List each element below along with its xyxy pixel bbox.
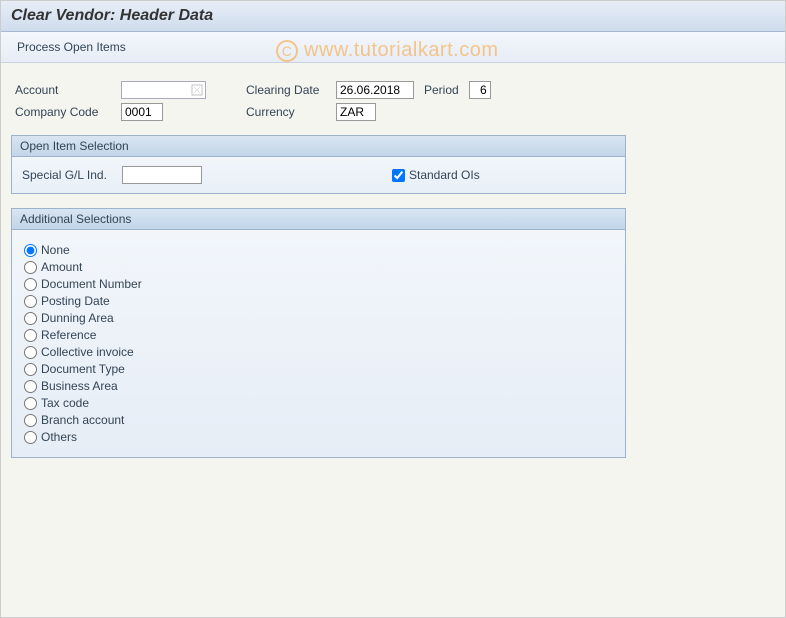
radio-branch-account[interactable] [24,414,37,427]
clearing-date-input[interactable] [336,81,414,99]
additional-selections-body: None Amount Document Number Posting Date Dun… [11,230,626,458]
radio-row-tax-code[interactable]: Tax code [24,396,613,410]
open-item-selection-group: Open Item Selection Special G/L Ind. Sta… [11,135,626,194]
account-label: Account [11,83,121,97]
radio-label: Document Number [41,277,142,291]
radio-row-business-area[interactable]: Business Area [24,379,613,393]
radio-row-document-number[interactable]: Document Number [24,277,613,291]
radio-reference[interactable] [24,329,37,342]
radio-row-branch-account[interactable]: Branch account [24,413,613,427]
radio-amount[interactable] [24,261,37,274]
radio-document-type[interactable] [24,363,37,376]
title-bar: Clear Vendor: Header Data [1,1,785,32]
radio-business-area[interactable] [24,380,37,393]
radio-document-number[interactable] [24,278,37,291]
radio-dunning-area[interactable] [24,312,37,325]
radio-tax-code[interactable] [24,397,37,410]
additional-selections-header: Additional Selections [11,208,626,230]
search-help-icon [191,84,203,96]
radio-row-posting-date[interactable]: Posting Date [24,294,613,308]
company-code-input[interactable] [121,103,163,121]
radio-label: Reference [41,328,96,342]
radio-label: Others [41,430,77,444]
period-label: Period [424,83,459,97]
period-input[interactable] [469,81,491,99]
open-item-selection-header: Open Item Selection [11,135,626,157]
main-content: Account Clearing Date Period Company Cod… [1,63,785,476]
process-open-items-button[interactable]: Process Open Items [11,38,132,56]
currency-label: Currency [246,105,336,119]
radio-label: Amount [41,260,82,274]
standard-ois-checkbox-wrap[interactable]: Standard OIs [392,168,480,182]
row-account: Account Clearing Date Period [11,81,775,99]
page-title: Clear Vendor: Header Data [11,7,213,24]
radio-row-amount[interactable]: Amount [24,260,613,274]
special-gl-input[interactable] [122,166,202,184]
radio-label: None [41,243,70,257]
row-company-code: Company Code Currency [11,103,775,121]
radio-others[interactable] [24,431,37,444]
radio-row-dunning-area[interactable]: Dunning Area [24,311,613,325]
open-item-selection-body: Special G/L Ind. Standard OIs [11,157,626,194]
radio-label: Branch account [41,413,124,427]
account-input[interactable] [121,81,206,99]
radio-row-none[interactable]: None [24,243,613,257]
toolbar: Process Open Items [1,32,785,63]
radio-none[interactable] [24,244,37,257]
company-code-label: Company Code [11,105,121,119]
radio-row-reference[interactable]: Reference [24,328,613,342]
radio-row-document-type[interactable]: Document Type [24,362,613,376]
radio-label: Document Type [41,362,125,376]
standard-ois-label: Standard OIs [409,168,480,182]
currency-input[interactable] [336,103,376,121]
special-gl-label: Special G/L Ind. [22,168,122,182]
radio-row-collective-invoice[interactable]: Collective invoice [24,345,613,359]
clearing-date-label: Clearing Date [246,83,336,97]
radio-label: Posting Date [41,294,110,308]
radio-label: Dunning Area [41,311,114,325]
radio-label: Collective invoice [41,345,134,359]
radio-row-others[interactable]: Others [24,430,613,444]
additional-selections-group: Additional Selections None Amount Document… [11,208,626,458]
radio-label: Business Area [41,379,118,393]
radio-posting-date[interactable] [24,295,37,308]
radio-collective-invoice[interactable] [24,346,37,359]
radio-label: Tax code [41,396,89,410]
standard-ois-checkbox[interactable] [392,169,405,182]
